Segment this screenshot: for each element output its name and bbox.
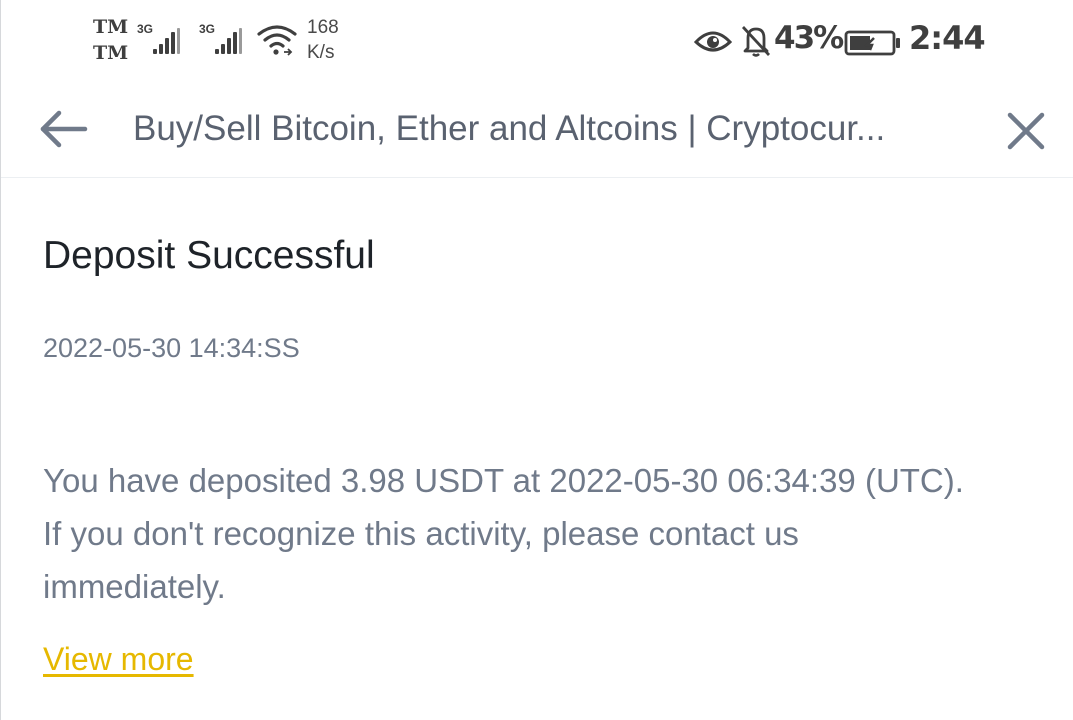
network-speed-unit: K/s [307, 42, 335, 63]
notification-body-line: If you don't recognize this activity, pl… [43, 515, 799, 552]
notification-body: You have deposited 3.98 USDT at 2022-05-… [43, 454, 1043, 613]
wifi-icon [257, 22, 297, 63]
carrier-2: TM [93, 42, 129, 64]
close-icon [1007, 112, 1045, 150]
back-button[interactable] [37, 108, 89, 150]
status-right-group: 43% 2:44 [693, 19, 994, 63]
bell-off-icon [740, 24, 772, 63]
eye-icon [693, 28, 733, 59]
close-button[interactable] [1005, 110, 1047, 152]
notification-title: Deposit Successful [43, 234, 375, 277]
page-title: Buy/Sell Bitcoin, Ether and Altcoins | C… [133, 109, 886, 148]
battery-percent: 43% [774, 20, 844, 56]
notification-body-line: immediately. [43, 568, 226, 605]
status-clock: 2:44 [909, 19, 986, 57]
carrier-labels: TM TM [93, 14, 128, 66]
browser-toolbar: Buy/Sell Bitcoin, Ether and Altcoins | C… [1, 80, 1073, 178]
battery-icon [844, 30, 902, 61]
network-speed-value: 168 [307, 17, 339, 38]
app-screen: TM TM 3G 3G 168 K/s 43% 2:44 Buy/Sell Bi… [0, 0, 1073, 720]
notification-timestamp: 2022-05-30 14:34:SS [43, 333, 300, 363]
notification-body-line: You have deposited 3.98 USDT at 2022-05-… [43, 462, 964, 499]
arrow-left-icon [40, 110, 88, 148]
network-speed: 168 K/s [307, 15, 339, 65]
status-bar: TM TM 3G 3G 168 K/s 43% 2:44 [1, 0, 1073, 80]
view-more-link[interactable]: View more [43, 641, 194, 678]
carrier-1: TM [93, 16, 129, 38]
